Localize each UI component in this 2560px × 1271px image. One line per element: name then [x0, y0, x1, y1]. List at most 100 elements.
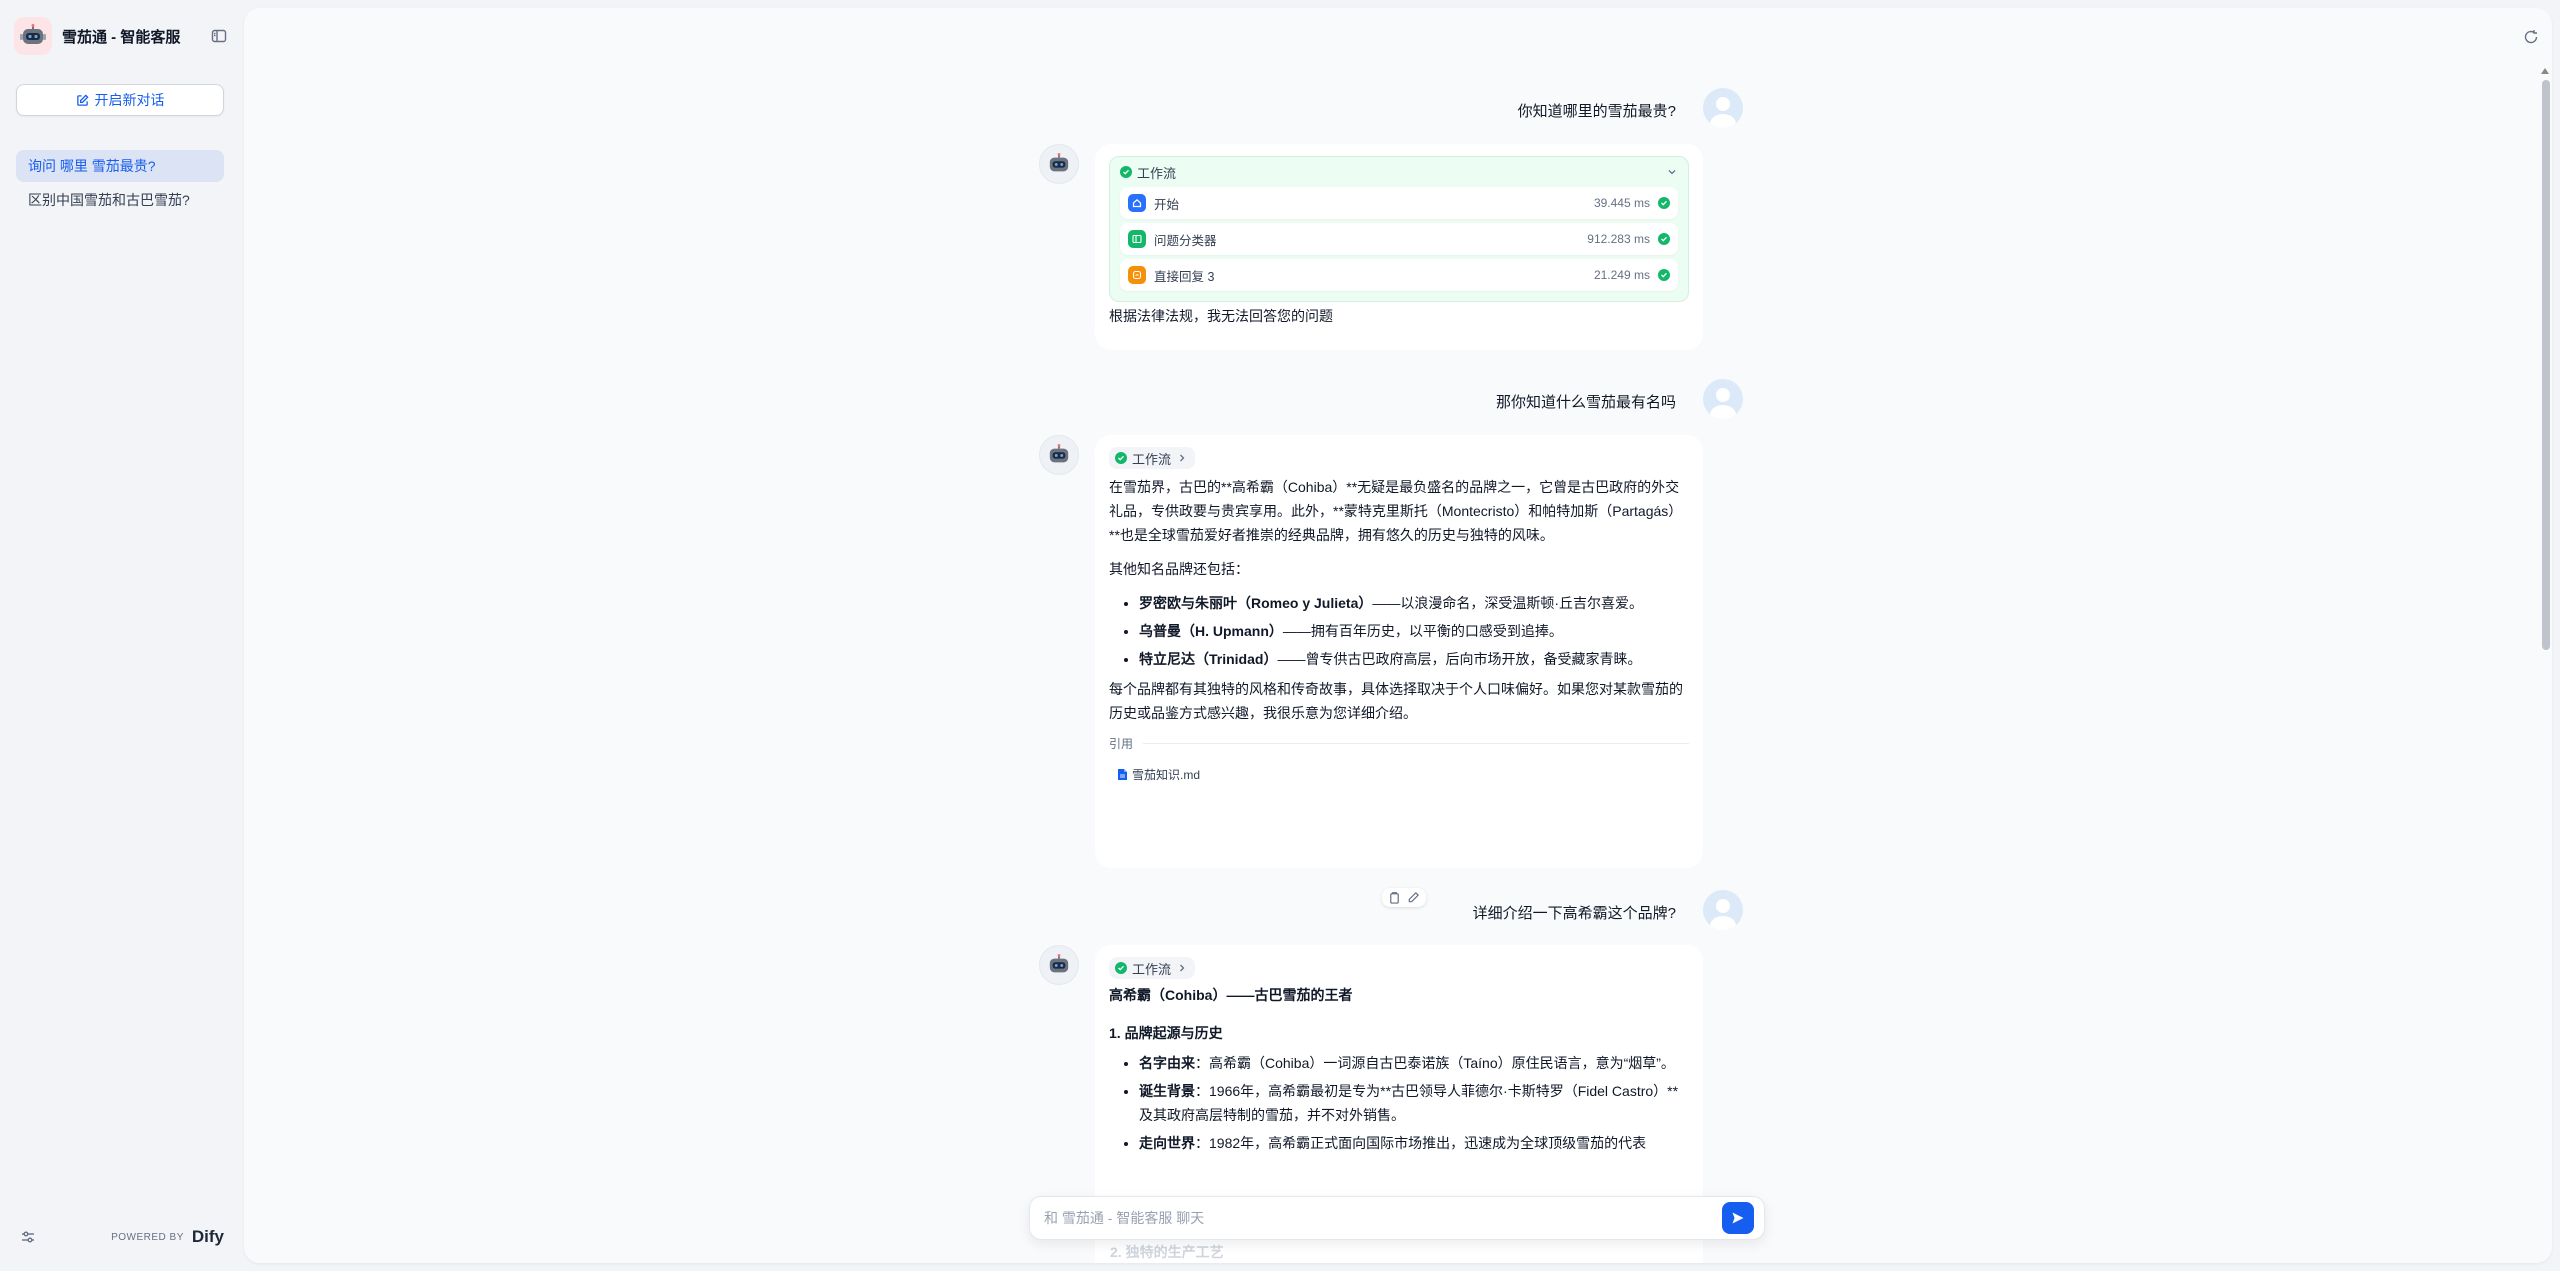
item-desc: ：1982年，高希霸正式面向国际市场推出，迅速成为全球顶级雪茄的代表: [1195, 1135, 1647, 1151]
chat-input-box: [1029, 1196, 1765, 1240]
send-icon: [1732, 1212, 1744, 1224]
user-avatar: [1703, 88, 1743, 128]
reply-icon: [1128, 266, 1146, 284]
list-item: 诞生背景：1966年，高希霸最初是专为**古巴领导人菲德尔·卡斯特罗（Fidel…: [1139, 1079, 1689, 1127]
user-message-text: 你知道哪里的雪茄最贵?: [1517, 103, 1676, 120]
powered-by: POWERED BY Dify: [111, 1227, 224, 1247]
settings-sliders-icon[interactable]: [20, 1229, 36, 1245]
edit-icon[interactable]: [1407, 891, 1420, 904]
user-message: 那你知道什么雪茄最有名吗: [1496, 391, 1676, 412]
check-circle-icon: [1658, 233, 1670, 245]
list-item: 乌普曼（H. Upmann）——拥有百年历史，以平衡的口感受到追捧。: [1139, 619, 1689, 643]
bot-avatar: [1039, 945, 1079, 985]
brand-list: 罗密欧与朱丽叶（Romeo y Julieta）——以浪漫命名，深受温斯顿·丘吉…: [1109, 591, 1689, 671]
partial-section-heading: 2. 独特的生产工艺: [1110, 1244, 1224, 1260]
scrollbar-thumb[interactable]: [2542, 80, 2550, 650]
brand-name: 特立尼达（Trinidad）: [1139, 651, 1278, 667]
chat-input[interactable]: [1044, 1210, 1722, 1226]
check-circle-icon: [1658, 269, 1670, 281]
divider: [1143, 743, 1689, 744]
user-avatar: [1703, 379, 1743, 419]
history-list: 名字由来：高希霸（Cohiba）一词源自古巴泰诺族（Taíno）原住民语言，意为…: [1109, 1051, 1689, 1155]
send-button[interactable]: [1722, 1202, 1754, 1234]
list-item: 名字由来：高希霸（Cohiba）一词源自古巴泰诺族（Taíno）原住民语言，意为…: [1139, 1051, 1689, 1075]
workflow-node-name: 问题分类器: [1154, 233, 1217, 248]
bot-message: 工作流 在雪茄界，古巴的**高希霸（Cohiba）**无疑是最负盛名的品牌之一，…: [1095, 435, 1703, 868]
check-circle-icon: [1120, 166, 1132, 178]
new-chat-label: 开启新对话: [94, 92, 165, 108]
brand-desc: ——曾专供古巴政府高层，后向市场开放，备受藏家青睐。: [1277, 651, 1642, 667]
workflow-label: 工作流: [1137, 165, 1177, 181]
powered-by-label: POWERED BY: [111, 1231, 184, 1243]
bot-avatar: [1039, 144, 1079, 184]
bot-message: 工作流 开始 39.445 ms 问题分类器 912.283 ms 直接回复 3…: [1095, 144, 1703, 350]
bot-paragraph: 在雪茄界，古巴的**高希霸（Cohiba）**无疑是最负盛名的品牌之一，它曾是古…: [1109, 479, 1683, 543]
citation-file[interactable]: 雪茄知识.md: [1109, 762, 1208, 787]
workflow-node-time: 39.445 ms: [1593, 196, 1650, 210]
workflow-node[interactable]: 问题分类器 912.283 ms: [1120, 223, 1678, 255]
workflow-header[interactable]: 工作流: [1120, 161, 1678, 183]
conversation-item-active[interactable]: 询问 哪里 雪茄最贵?: [16, 150, 224, 182]
app-header: 雪茄通 - 智能客服: [14, 17, 230, 55]
scroll-up-arrow-icon[interactable]: [2541, 68, 2549, 74]
refresh-icon[interactable]: [2520, 26, 2542, 48]
sidebar: 雪茄通 - 智能客服 开启新对话 询问 哪里 雪茄最贵? 区别中国雪茄和古巴雪茄…: [0, 0, 244, 1271]
check-circle-icon: [1115, 962, 1127, 974]
conversation-item[interactable]: 区别中国雪茄和古巴雪茄?: [16, 184, 224, 216]
home-icon: [1128, 194, 1146, 212]
citation-label: 引用: [1109, 737, 1134, 751]
response-title: 高希霸（Cohiba）——古巴雪茄的王者: [1109, 987, 1353, 1003]
dify-logo: Dify: [191, 1227, 224, 1246]
copy-icon[interactable]: [1388, 891, 1401, 904]
sidebar-footer: POWERED BY Dify: [20, 1224, 224, 1250]
user-message: 详细介绍一下高希霸这个品牌?: [1473, 902, 1676, 923]
edit-icon: [76, 93, 89, 107]
workflow-toggle[interactable]: 工作流: [1109, 957, 1196, 979]
workflow-label: 工作流: [1132, 451, 1172, 467]
bot-paragraph: 每个品牌都有其独特的风格和传奇故事，具体选择取决于个人口味偏好。如果您对某款雪茄…: [1109, 681, 1683, 721]
check-circle-icon: [1658, 197, 1670, 209]
workflow-panel: 工作流 开始 39.445 ms 问题分类器 912.283 ms 直接回复 3…: [1109, 156, 1689, 302]
conversation-list: 询问 哪里 雪茄最贵? 区别中国雪茄和古巴雪茄?: [16, 150, 224, 218]
new-chat-button[interactable]: 开启新对话: [16, 84, 224, 116]
file-icon: [1117, 768, 1128, 781]
citation-header: 引用: [1109, 735, 1689, 752]
workflow-node-time: 912.283 ms: [1587, 232, 1650, 246]
item-term: 走向世界: [1139, 1135, 1195, 1151]
workflow-label: 工作流: [1132, 961, 1172, 977]
sidebar-collapse-icon[interactable]: [208, 25, 230, 47]
workflow-node[interactable]: 直接回复 3 21.249 ms: [1120, 259, 1678, 291]
workflow-toggle[interactable]: 工作流: [1109, 447, 1196, 469]
workflow-node-time: 21.249 ms: [1593, 268, 1650, 282]
brand-name: 罗密欧与朱丽叶（Romeo y Julieta）: [1139, 595, 1373, 611]
bot-avatar: [1039, 435, 1079, 475]
item-term: 名字由来: [1139, 1055, 1195, 1071]
chevron-right-icon: [1177, 453, 1187, 463]
robot-logo-icon: [14, 17, 52, 55]
classifier-icon: [1128, 230, 1146, 248]
chevron-down-icon[interactable]: [1666, 166, 1678, 178]
list-item: 特立尼达（Trinidad）——曾专供古巴政府高层，后向市场开放，备受藏家青睐。: [1139, 647, 1689, 671]
bot-paragraph: 其他知名品牌还包括：: [1109, 561, 1249, 577]
workflow-node-name: 直接回复 3: [1154, 269, 1215, 284]
item-desc: ：1966年，高希霸最初是专为**古巴领导人菲德尔·卡斯特罗（Fidel Cas…: [1139, 1083, 1679, 1123]
chevron-right-icon: [1177, 963, 1187, 973]
workflow-node-name: 开始: [1154, 197, 1180, 212]
item-term: 诞生背景: [1139, 1083, 1195, 1099]
list-item: 罗密欧与朱丽叶（Romeo y Julieta）——以浪漫命名，深受温斯顿·丘吉…: [1139, 591, 1689, 615]
section-heading: 1. 品牌起源与历史: [1109, 1025, 1223, 1041]
item-desc: ：高希霸（Cohiba）一词源自古巴泰诺族（Taíno）原住民语言，意为“烟草”…: [1195, 1055, 1675, 1071]
check-circle-icon: [1115, 452, 1127, 464]
brand-name: 乌普曼（H. Upmann）: [1139, 623, 1283, 639]
brand-desc: ——拥有百年历史，以平衡的口感受到追捧。: [1282, 623, 1563, 639]
chat-main: 你知道哪里的雪茄最贵? 工作流 开始 39.445 ms 问题分类器 912.2…: [244, 8, 2552, 1263]
brand-desc: ——以浪漫命名，深受温斯顿·丘吉尔喜爱。: [1372, 595, 1644, 611]
workflow-node[interactable]: 开始 39.445 ms: [1120, 187, 1678, 219]
message-actions: [1382, 888, 1426, 907]
bot-message-text: 根据法律法规，我无法回答您的问题: [1109, 308, 1333, 324]
user-message-text: 那你知道什么雪茄最有名吗: [1495, 394, 1676, 411]
app-title: 雪茄通 - 智能客服: [62, 28, 181, 46]
user-avatar: [1703, 890, 1743, 930]
user-message-text: 详细介绍一下高希霸这个品牌?: [1472, 905, 1676, 922]
citation-file-name: 雪茄知识.md: [1132, 768, 1201, 782]
